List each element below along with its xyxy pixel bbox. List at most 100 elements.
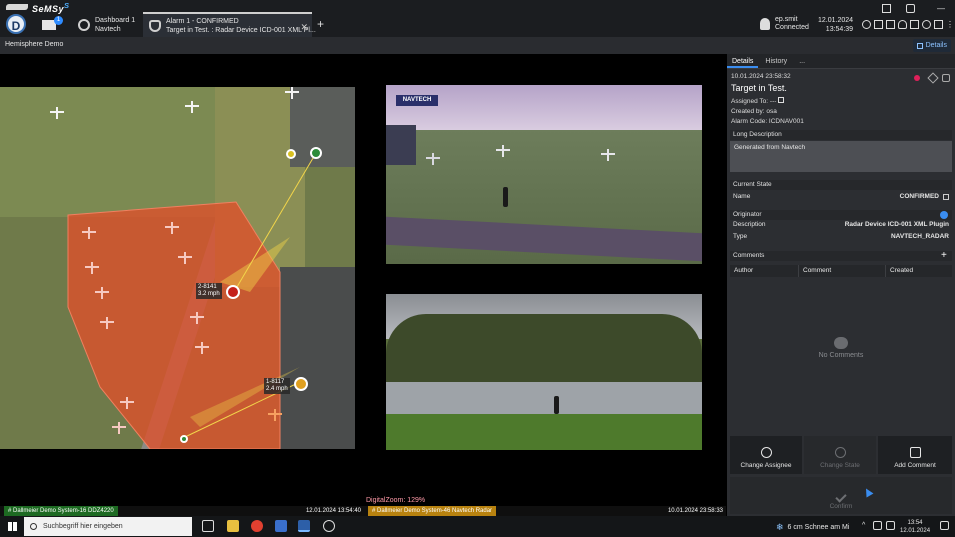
tab-subtitle: Navtech — [95, 25, 121, 33]
info-icon[interactable] — [922, 20, 931, 29]
tab-dashboard[interactable]: Dashboard 1 Navtech — [72, 12, 138, 37]
details-toggle-button[interactable]: Details — [912, 39, 951, 52]
notification-icon[interactable] — [862, 20, 871, 29]
radar-camera-video[interactable]: NAVTECH — [386, 85, 702, 264]
app-icon[interactable] — [275, 520, 287, 532]
brand-logo: SeMSyS — [6, 1, 70, 14]
close-tab-icon[interactable]: ✕ — [300, 22, 308, 33]
change-state-button[interactable]: Change State — [804, 436, 876, 474]
user-status[interactable]: ep.smit Connected — [760, 16, 809, 32]
add-comment-button[interactable]: Add Comment — [878, 436, 952, 474]
clock-app-icon[interactable] — [323, 520, 335, 532]
intruder-person — [503, 187, 508, 207]
tray-chevron-icon[interactable]: ^ — [862, 522, 865, 529]
column-comment[interactable]: Comment — [799, 265, 886, 277]
add-comment-plus-icon[interactable]: + — [941, 250, 947, 261]
mail-badge: 1 — [54, 16, 63, 25]
aircraft-icon — [426, 153, 460, 165]
more-menu-icon[interactable]: ⋮ — [946, 20, 955, 29]
semsy-app-icon[interactable] — [298, 520, 310, 532]
edit-state-icon[interactable] — [943, 194, 949, 200]
grid-icon[interactable] — [874, 20, 883, 29]
panel-tabs: Details History ... — [727, 54, 955, 69]
comment-icon — [909, 447, 921, 458]
button-label: Add Comment — [894, 462, 936, 469]
camera-sensor-icon[interactable] — [286, 149, 296, 159]
network-icon[interactable] — [873, 521, 882, 530]
confirm-button[interactable]: Confirm — [730, 477, 952, 514]
windows-start-icon[interactable] — [8, 522, 17, 531]
button-label: Change State — [820, 462, 860, 469]
messages-button[interactable]: 1 — [42, 16, 63, 32]
home-logo-button[interactable]: D — [6, 14, 26, 34]
brand-name: SeMSy — [32, 3, 65, 14]
comment-bubble-icon — [834, 337, 848, 349]
weather-widget[interactable]: ❄ 6 cm Schnee am Mi — [776, 522, 849, 533]
video-car-park — [386, 382, 702, 414]
monitor-icon[interactable] — [882, 4, 891, 13]
tab-details[interactable]: Details — [727, 54, 759, 68]
current-state-header: Current State — [730, 180, 952, 190]
originator-type-label: Type — [733, 233, 748, 240]
layout-icon[interactable] — [886, 20, 895, 29]
target-marker-2-8141[interactable] — [226, 285, 240, 299]
state-label: Name — [733, 193, 751, 200]
target-id: 1-8117 — [266, 379, 285, 385]
column-author[interactable]: Author — [730, 265, 799, 277]
camera-timestamp: 10.01.2024 23:58:33 — [667, 508, 723, 514]
attachment-icon[interactable] — [942, 74, 950, 82]
radar-map-view[interactable]: 2-8141 3.2 mph 1-8117 2.4 mph — [0, 87, 355, 449]
camera-status-bar[interactable]: # Dallmeier Demo System-16 DDZ4220 12.01… — [0, 506, 364, 516]
info-icon[interactable] — [940, 211, 948, 219]
originator-desc-value: Radar Device ICD-001 XML Plugin — [844, 221, 949, 228]
aircraft-icon — [95, 287, 109, 299]
file-explorer-icon[interactable] — [227, 520, 239, 532]
radar-sensor-icon[interactable] — [310, 147, 322, 159]
assignee-icon — [760, 447, 772, 458]
toolbar-icons: — ⋮ — [862, 4, 955, 34]
chart-icon[interactable] — [910, 20, 919, 29]
originator-header: Originator — [730, 210, 952, 220]
user-name: ep.smit — [775, 16, 798, 23]
volume-icon[interactable] — [886, 521, 895, 530]
tag-icon[interactable] — [927, 72, 939, 84]
taskbar-search-input[interactable]: Suchbegriff hier eingeben — [24, 517, 192, 536]
no-comments-text: No Comments — [818, 352, 864, 359]
notification-center-icon[interactable] — [940, 521, 949, 530]
tab-alarm[interactable]: Alarm 1 - CONFIRMED Target in Test. : Ra… — [143, 12, 316, 37]
alarm-bell-icon[interactable] — [898, 20, 907, 29]
column-created[interactable]: Created — [886, 265, 952, 277]
tab-title: Alarm 1 - CONFIRMED — [166, 17, 239, 25]
window-icon[interactable] — [906, 4, 915, 13]
taskbar-clock[interactable]: 13:54 12.01.2024 — [900, 519, 930, 535]
edit-icon[interactable] — [778, 97, 785, 103]
ptz-camera-video[interactable] — [386, 294, 702, 450]
chrome-icon[interactable] — [251, 520, 263, 532]
task-view-icon[interactable] — [202, 520, 214, 532]
button-label: Change Assignee — [740, 462, 792, 469]
tab-history[interactable]: History — [760, 54, 792, 68]
camera-timestamp: 12.01.2024 13:54:40 — [305, 508, 361, 514]
navtech-logo: NAVTECH — [396, 95, 438, 106]
target-label: 2-8141 3.2 mph — [196, 283, 222, 299]
originator-type-value: NAVTECH_RADAR — [890, 233, 949, 240]
weather-text: 6 cm Schnee am Mi — [787, 524, 850, 531]
change-assignee-button[interactable]: Change Assignee — [730, 436, 802, 474]
video-sky — [386, 85, 702, 130]
view-header: Hemisphere Demo Details — [0, 37, 955, 54]
aircraft-icon — [120, 397, 134, 409]
camera-sensor-icon[interactable] — [180, 435, 188, 443]
aircraft-icon — [165, 222, 179, 234]
minimize-icon[interactable]: — — [937, 4, 946, 13]
state-icon — [834, 447, 846, 458]
settings-icon[interactable] — [934, 20, 943, 29]
long-description-header: Long Description — [730, 130, 952, 140]
add-tab-button[interactable]: + — [317, 17, 324, 31]
tab-more[interactable]: ... — [794, 54, 810, 68]
view-title: Hemisphere Demo — [5, 41, 64, 48]
aircraft-icon — [195, 342, 209, 354]
target-marker-1-8117[interactable] — [294, 377, 308, 391]
camera-status-bar[interactable]: # Dallmeier Demo System-46 Navtech Radar… — [364, 506, 726, 516]
state-value: CONFIRMED — [899, 193, 939, 200]
system-clock: 12.01.2024 13:54:39 — [818, 16, 853, 34]
